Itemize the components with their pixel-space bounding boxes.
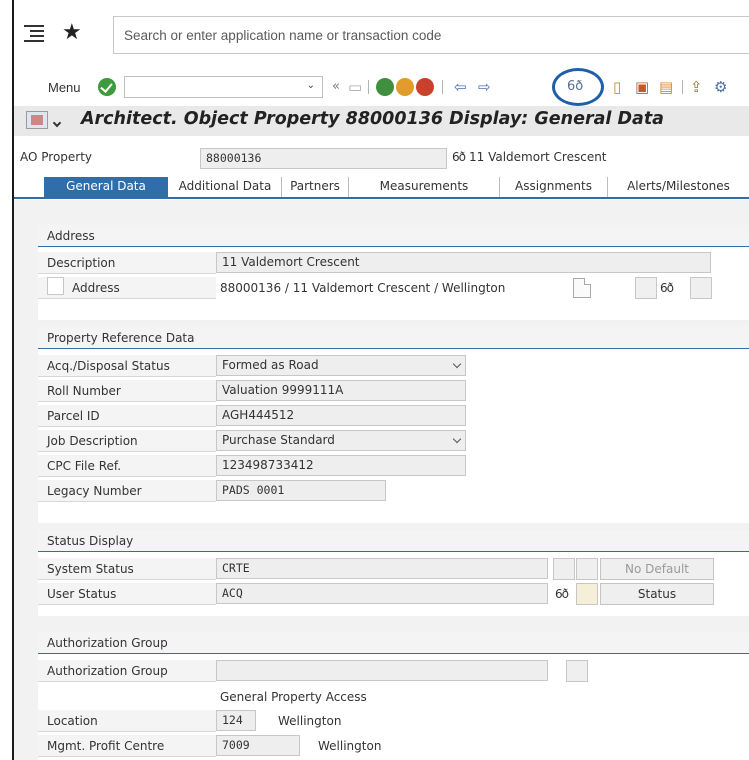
parcel-id-label: Parcel ID xyxy=(38,405,216,427)
group-title: Property Reference Data xyxy=(38,327,749,349)
tab-strip: General Data Additional Data Partners Me… xyxy=(14,177,749,199)
display-glasses-icon[interactable]: 6ð xyxy=(660,281,674,295)
acq-status-label: Acq./Disposal Status xyxy=(38,355,216,377)
status-profile-icon[interactable] xyxy=(576,583,598,605)
authorization-group-field[interactable] xyxy=(216,660,548,681)
other-object-icon[interactable]: ⇪ xyxy=(690,78,703,96)
address-group: Address Description 11 Valdemort Crescen… xyxy=(38,225,749,320)
enter-check-icon[interactable] xyxy=(98,78,116,96)
trash-icon[interactable] xyxy=(690,277,712,299)
tab-additional-data[interactable]: Additional Data xyxy=(169,177,282,197)
status-button[interactable]: Status xyxy=(600,583,714,605)
menu-button[interactable]: Menu xyxy=(48,80,81,95)
address-value: 88000136 / 11 Valdemort Crescent / Welli… xyxy=(220,281,506,295)
no-default-button[interactable]: No Default xyxy=(600,558,714,580)
ao-property-description: 11 Valdemort Crescent xyxy=(469,150,607,164)
description-field[interactable]: 11 Valdemort Crescent xyxy=(216,252,711,273)
system-status-label: System Status xyxy=(38,558,216,580)
roll-number-field[interactable]: Valuation 9999111A xyxy=(216,380,466,401)
display-glasses-icon[interactable]: 6ð xyxy=(452,150,466,164)
ao-property-field[interactable]: 88000136 xyxy=(200,148,447,169)
tab-general-data[interactable]: General Data xyxy=(44,177,168,197)
command-field[interactable]: ⌄ xyxy=(124,76,323,98)
system-status-field[interactable]: CRTE xyxy=(216,558,548,579)
acq-status-select[interactable]: Formed as Road xyxy=(216,355,466,376)
display-glasses-icon[interactable]: 6ð xyxy=(555,587,569,601)
create-document-icon[interactable]: ▯ xyxy=(613,78,621,96)
page-title: Architect. Object Property 88000136 Disp… xyxy=(81,109,664,129)
profit-centre-code-field[interactable]: 7009 xyxy=(216,735,300,756)
document-icon[interactable] xyxy=(573,278,591,298)
profit-centre-label: Mgmt. Profit Centre xyxy=(38,735,216,757)
ao-property-label: AO Property xyxy=(20,150,93,164)
title-dropdown-icon[interactable] xyxy=(52,118,62,128)
exit-icon[interactable] xyxy=(396,78,414,96)
user-status-label: User Status xyxy=(38,583,216,605)
next-arrow-icon[interactable]: ⇨ xyxy=(478,78,491,96)
back-icon[interactable] xyxy=(376,78,394,96)
edit-pencil-icon[interactable] xyxy=(635,277,657,299)
parcel-id-field[interactable]: AGH444512 xyxy=(216,405,466,426)
paste-icon[interactable]: ▤ xyxy=(659,78,673,96)
authorization-group: Authorization Group Authorization Group … xyxy=(38,632,749,760)
address-label: Address xyxy=(38,277,216,299)
cpc-file-label: CPC File Ref. xyxy=(38,455,216,477)
location-label: Location xyxy=(38,710,216,732)
group-title: Address xyxy=(38,225,749,247)
double-left-arrow-icon[interactable]: « xyxy=(332,78,340,96)
cancel-icon[interactable] xyxy=(416,78,434,96)
roll-number-label: Roll Number xyxy=(38,380,216,402)
tab-content: Address Description 11 Valdemort Crescen… xyxy=(14,200,749,760)
search-input[interactable] xyxy=(114,17,749,53)
menu-list-icon[interactable] xyxy=(24,25,44,43)
favorites-star-icon[interactable]: ★ xyxy=(62,20,82,46)
cpc-file-field[interactable]: 123498733412 xyxy=(216,455,466,476)
tab-partners[interactable]: Partners xyxy=(282,177,349,197)
job-description-label: Job Description xyxy=(38,430,216,452)
user-status-field[interactable]: ACQ xyxy=(216,583,548,604)
object-type-icon[interactable] xyxy=(26,111,48,129)
settings-icon[interactable]: ⚙ xyxy=(714,78,727,96)
general-access-text: General Property Access xyxy=(220,690,367,704)
job-description-select[interactable]: Purchase Standard xyxy=(216,430,466,451)
toolbar-separator xyxy=(442,80,443,94)
confirm-check-icon[interactable] xyxy=(576,558,598,580)
authorization-group-label: Authorization Group xyxy=(38,660,216,682)
address-book-icon[interactable] xyxy=(47,277,64,295)
tab-measurements[interactable]: Measurements xyxy=(349,177,500,197)
copy-icon[interactable]: ▣ xyxy=(635,78,649,96)
property-reference-group: Property Reference Data Acq./Disposal St… xyxy=(38,327,749,523)
sap-toolbar: Menu ⌄ « ▭ ⇦ ⇨ 6ð ▯ ▣ ▤ ⇪ ⚙ xyxy=(14,66,749,108)
toolbar-separator xyxy=(682,80,683,94)
toolbar-separator xyxy=(368,80,369,94)
shell-search-bar: ★ xyxy=(14,16,749,54)
location-code-field[interactable]: 124 xyxy=(216,710,256,731)
undo-icon[interactable] xyxy=(553,558,575,580)
search-box[interactable] xyxy=(113,16,749,54)
highlight-circle xyxy=(552,68,604,106)
header-row: AO Property 88000136 6ð 11 Valdemort Cre… xyxy=(14,146,749,172)
title-bar: Architect. Object Property 88000136 Disp… xyxy=(14,106,749,136)
edit-pencil-icon[interactable] xyxy=(566,660,588,682)
description-label: Description xyxy=(38,252,216,274)
group-title: Status Display xyxy=(38,530,749,552)
location-name: Wellington xyxy=(278,714,342,728)
profit-centre-name: Wellington xyxy=(318,739,382,753)
tab-assignments[interactable]: Assignments xyxy=(500,177,608,197)
previous-arrow-icon[interactable]: ⇦ xyxy=(454,78,467,96)
tab-alerts-milestones[interactable]: Alerts/Milestones xyxy=(608,177,749,197)
save-icon[interactable]: ▭ xyxy=(348,78,362,96)
status-display-group: Status Display System Status CRTE No Def… xyxy=(38,530,749,616)
legacy-number-label: Legacy Number xyxy=(38,480,216,502)
chevron-down-icon[interactable]: ⌄ xyxy=(307,80,315,91)
legacy-number-field[interactable]: PADS 0001 xyxy=(216,480,386,501)
group-title: Authorization Group xyxy=(38,632,749,654)
